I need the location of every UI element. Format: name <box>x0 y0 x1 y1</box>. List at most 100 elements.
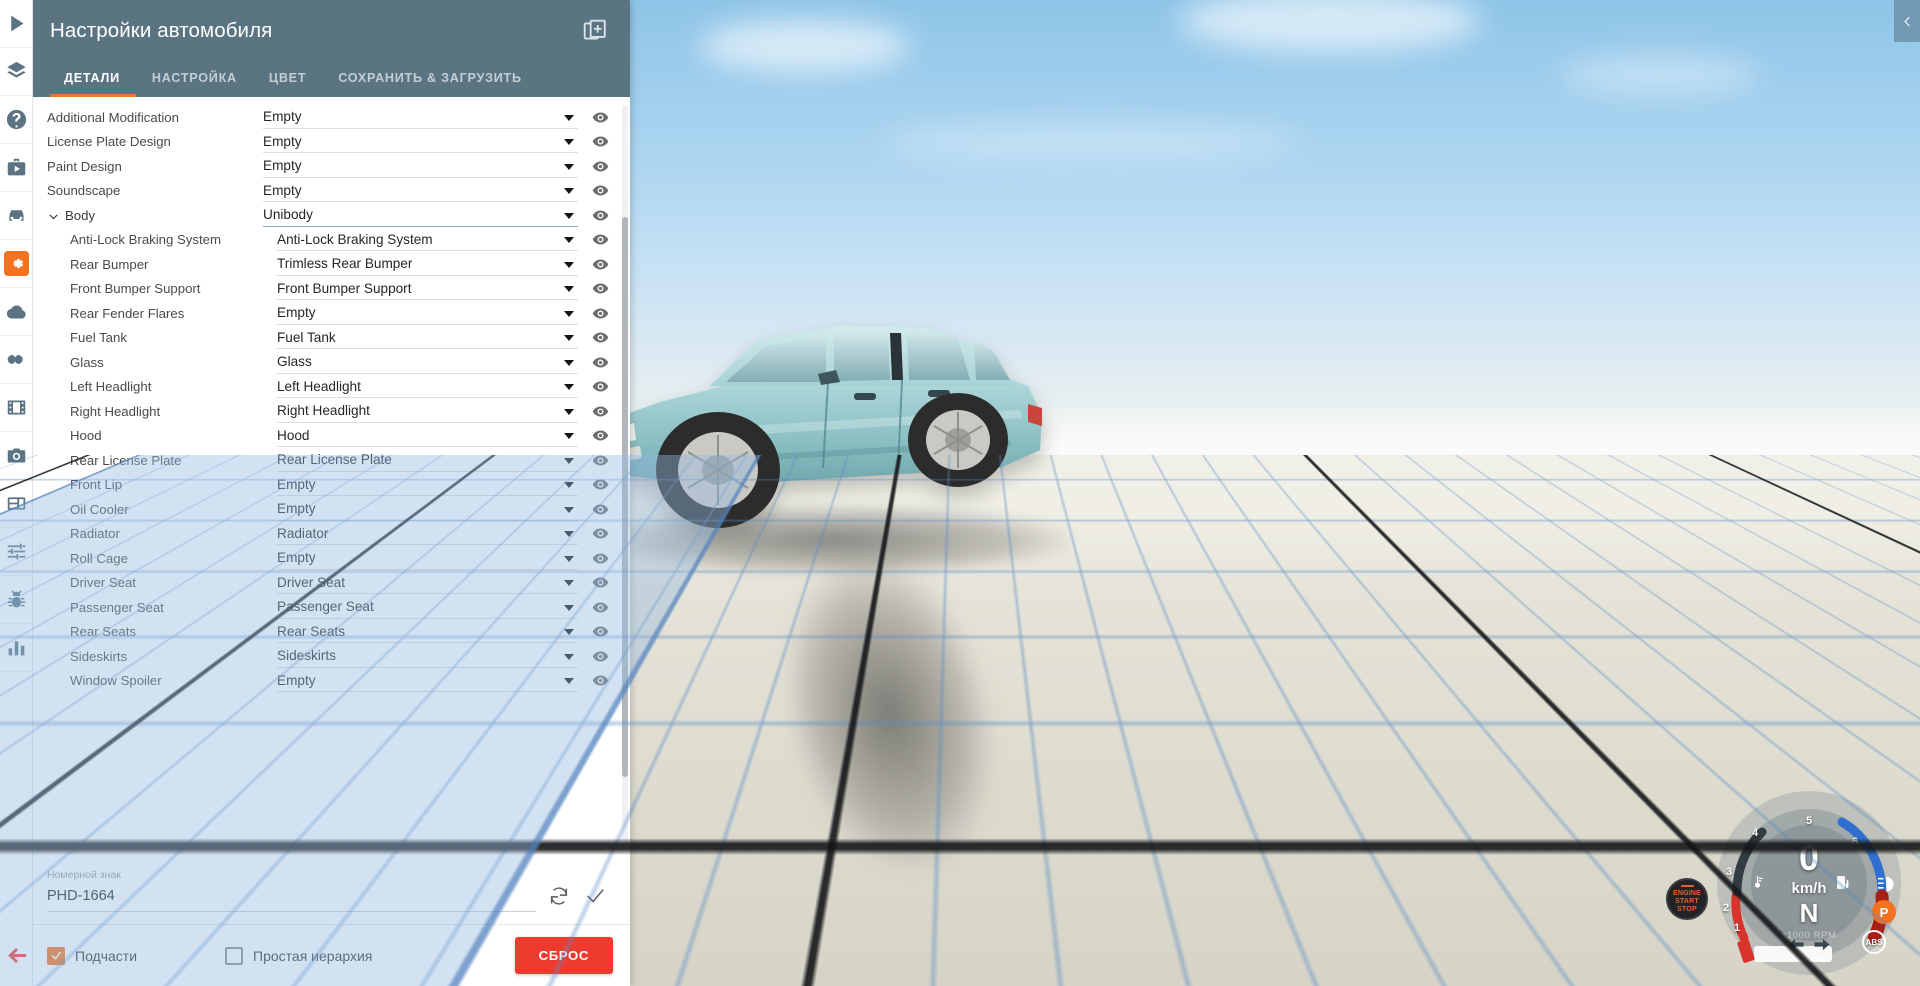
chevron-down-icon[interactable] <box>564 678 574 685</box>
visibility-eye-icon[interactable] <box>592 672 609 689</box>
part-dropdown[interactable]: Sideskirts <box>277 645 578 668</box>
part-dropdown[interactable]: Empty <box>277 473 578 497</box>
part-dropdown[interactable]: Front Bumper Support <box>277 277 578 301</box>
collapse-panel-button[interactable] <box>1894 0 1920 42</box>
part-row[interactable]: Window Spoiler Empty <box>33 669 630 694</box>
part-row[interactable]: Driver Seat Driver Seat <box>33 571 630 596</box>
chevron-down-icon[interactable] <box>564 506 574 513</box>
visibility-eye-icon[interactable] <box>592 427 609 444</box>
tab-tuning[interactable]: НАСТРОЙКА <box>136 71 253 97</box>
chevron-down-icon[interactable] <box>564 408 574 415</box>
part-row[interactable]: Body Unibody <box>33 203 630 228</box>
part-dropdown[interactable]: Driver Seat <box>277 571 578 595</box>
rail-item-bar-chart-icon[interactable] <box>0 624 33 672</box>
chevron-down-icon[interactable] <box>564 335 574 342</box>
chevron-down-icon[interactable] <box>564 359 574 366</box>
chevron-down-icon[interactable] <box>564 457 574 464</box>
visibility-eye-icon[interactable] <box>592 452 609 469</box>
duplicate-add-icon[interactable] <box>582 18 608 44</box>
visibility-eye-icon[interactable] <box>592 525 609 542</box>
chevron-down-icon[interactable] <box>564 139 574 146</box>
visibility-eye-icon[interactable] <box>592 280 609 297</box>
part-dropdown[interactable]: Hood <box>277 424 578 448</box>
rail-item-infinity-icon[interactable] <box>0 336 33 384</box>
visibility-eye-icon[interactable] <box>592 109 609 126</box>
part-row[interactable]: Left Headlight Left Headlight <box>33 375 630 400</box>
part-row[interactable]: Oil Cooler Empty <box>33 497 630 522</box>
chevron-down-icon[interactable] <box>564 384 574 391</box>
visibility-eye-icon[interactable] <box>592 182 609 199</box>
chevron-down-icon[interactable] <box>564 261 574 268</box>
part-dropdown[interactable]: Glass <box>277 351 578 374</box>
parts-list-scrollbar[interactable] <box>622 217 628 777</box>
visibility-eye-icon[interactable] <box>592 623 609 640</box>
tab-color[interactable]: ЦВЕТ <box>253 71 322 97</box>
license-plate-input[interactable] <box>47 888 536 912</box>
visibility-eye-icon[interactable] <box>592 329 609 346</box>
visibility-eye-icon[interactable] <box>592 476 609 493</box>
rail-item-help-icon[interactable] <box>0 96 33 144</box>
chevron-down-icon[interactable] <box>564 531 574 538</box>
visibility-eye-icon[interactable] <box>592 256 609 273</box>
tab-details[interactable]: ДЕТАЛИ <box>50 71 136 97</box>
chevron-down-icon[interactable] <box>564 580 574 587</box>
part-dropdown[interactable]: Unibody <box>263 204 578 227</box>
part-dropdown[interactable]: Right Headlight <box>277 400 578 423</box>
part-row[interactable]: Radiator Radiator <box>33 522 630 547</box>
back-button[interactable] <box>0 936 33 976</box>
chevron-down-icon[interactable] <box>564 237 574 244</box>
chevron-down-icon[interactable] <box>564 212 574 219</box>
part-row[interactable]: Right Headlight Right Headlight <box>33 399 630 424</box>
check-icon[interactable] <box>584 885 608 909</box>
rail-item-layers-icon[interactable] <box>0 48 33 96</box>
chevron-down-icon[interactable] <box>564 163 574 170</box>
part-dropdown[interactable]: Fuel Tank <box>277 326 578 350</box>
part-row[interactable]: Front Bumper Support Front Bumper Support <box>33 277 630 302</box>
chevron-down-icon[interactable] <box>564 555 574 562</box>
part-row[interactable]: Hood Hood <box>33 424 630 449</box>
part-row[interactable]: Rear Fender Flares Empty <box>33 301 630 326</box>
part-dropdown[interactable]: Empty <box>263 179 578 203</box>
part-dropdown[interactable]: Trimless Rear Bumper <box>277 253 578 276</box>
chevron-down-icon[interactable] <box>564 482 574 489</box>
part-row[interactable]: Passenger Seat Passenger Seat <box>33 595 630 620</box>
parts-list[interactable]: Additional Modification Empty License Plat… <box>33 97 630 859</box>
part-row[interactable]: Glass Glass <box>33 350 630 375</box>
simple-hierarchy-checkbox[interactable]: Простая иерархия <box>225 946 372 965</box>
visibility-eye-icon[interactable] <box>592 158 609 175</box>
part-dropdown[interactable]: Rear License Plate <box>277 449 578 472</box>
visibility-eye-icon[interactable] <box>592 550 609 567</box>
part-dropdown[interactable]: Empty <box>277 547 578 570</box>
part-dropdown[interactable]: Radiator <box>277 522 578 546</box>
rail-item-cloud-icon[interactable] <box>0 288 33 336</box>
visibility-eye-icon[interactable] <box>592 501 609 518</box>
chevron-down-icon[interactable] <box>564 310 574 317</box>
part-dropdown[interactable]: Empty <box>263 155 578 178</box>
chevron-down-icon[interactable] <box>564 433 574 440</box>
rail-item-bug-icon[interactable] <box>0 576 33 624</box>
part-row[interactable]: Rear Seats Rear Seats <box>33 620 630 645</box>
part-dropdown[interactable]: Empty <box>277 669 578 693</box>
part-row[interactable]: Soundscape Empty <box>33 179 630 204</box>
part-row[interactable]: License Plate Design Empty <box>33 130 630 155</box>
visibility-eye-icon[interactable] <box>592 378 609 395</box>
visibility-eye-icon[interactable] <box>592 574 609 591</box>
rail-item-layout-icon[interactable] <box>0 480 33 528</box>
vehicle-model-sedan[interactable] <box>590 290 1110 550</box>
part-dropdown[interactable]: Passenger Seat <box>277 596 578 619</box>
part-dropdown[interactable]: Empty <box>263 106 578 129</box>
simple-hierarchy-checkbox-box[interactable] <box>225 946 244 965</box>
chevron-down-icon[interactable] <box>564 653 574 660</box>
rail-item-camera-icon[interactable] <box>0 432 33 480</box>
engine-start-stop-button[interactable]: ENGINE START STOP <box>1666 878 1708 920</box>
rail-item-gear-icon[interactable] <box>0 240 33 288</box>
part-dropdown[interactable]: Rear Seats <box>277 620 578 644</box>
visibility-eye-icon[interactable] <box>592 305 609 322</box>
reset-button[interactable]: СБРОС <box>514 937 613 974</box>
subparts-checkbox-box[interactable] <box>47 946 65 965</box>
tab-save-load[interactable]: СОХРАНИТЬ & ЗАГРУЗИТЬ <box>322 71 538 97</box>
visibility-eye-icon[interactable] <box>592 207 609 224</box>
part-row[interactable]: Rear License Plate Rear License Plate <box>33 448 630 473</box>
part-row[interactable]: Sideskirts Sideskirts <box>33 644 630 669</box>
part-row[interactable]: Roll Cage Empty <box>33 546 630 571</box>
